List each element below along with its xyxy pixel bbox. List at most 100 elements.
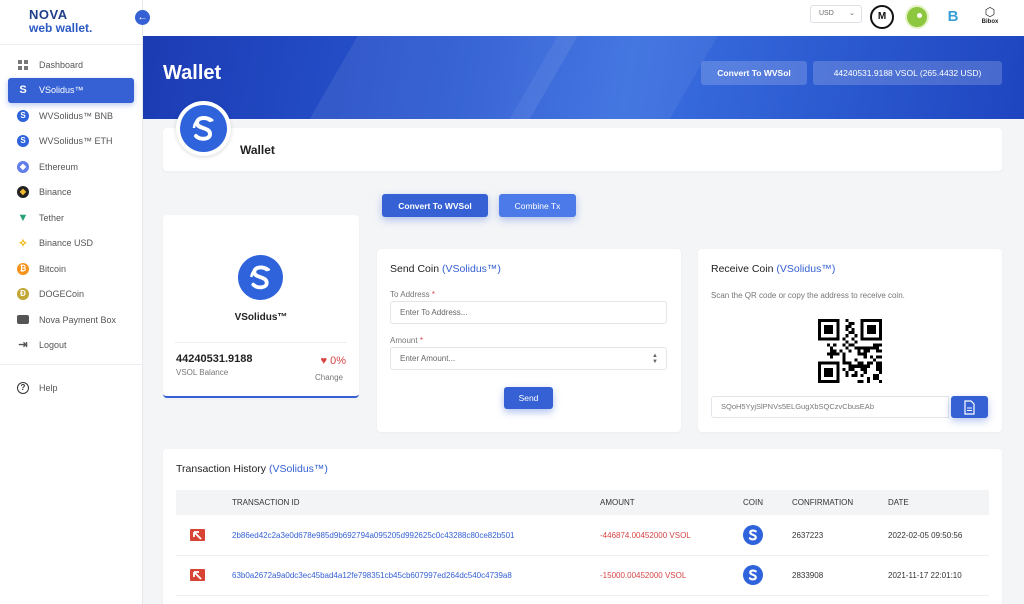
- table-row: 2b86ed42c2a3e0d678e985d9b692794a095205d9…: [176, 516, 989, 556]
- sidebar-item-label: VSolidus™: [39, 85, 84, 96]
- vsolidus-icon: S: [19, 84, 27, 97]
- vsolidus-icon: [743, 565, 763, 585]
- transaction-id-link[interactable]: 2b86ed42c2a3e0d678e985d9b692794a095205d9…: [232, 531, 515, 540]
- sidebar-item-ethereum[interactable]: ◆ Ethereum: [8, 154, 134, 180]
- sidebar-help: ? Help: [8, 375, 134, 401]
- sidebar-item-label: WVSolidus™ BNB: [39, 110, 114, 121]
- send-coin-card: Send Coin (VSolidus™) To Address * Enter…: [377, 249, 681, 432]
- sidebar-item-binance-usd[interactable]: ⟡ Binance USD: [8, 231, 134, 257]
- stepper-icon[interactable]: ▲ ▼: [652, 353, 658, 365]
- sidebar-divider: [0, 364, 143, 365]
- page-title: Wallet: [163, 62, 222, 84]
- banner-balance-button[interactable]: 44240531.9188 VSOL (265.4432 USD): [813, 61, 1002, 85]
- currency-value: USD: [819, 10, 834, 17]
- sidebar-item-label: Dashboard: [39, 59, 84, 70]
- sidebar-item-label: Nova Payment Box: [39, 314, 117, 325]
- page-banner: Wallet Convert To WVSol 44240531.9188 VS…: [143, 36, 1024, 119]
- wallet-header-card: [163, 128, 1002, 171]
- balance-amount: 44240531.9188: [176, 353, 253, 365]
- sidebar-item-nova-payment-box[interactable]: Nova Payment Box: [8, 307, 134, 333]
- sidebar-item-label: Help: [39, 382, 58, 393]
- send-button[interactable]: Send: [504, 387, 553, 409]
- transaction-amount: -446874.00452000 VSOL: [600, 531, 691, 540]
- sidebar-item-label: Binance: [39, 187, 72, 198]
- column-header: TRANSACTION ID: [232, 498, 300, 507]
- send-title: Send Coin (VSolidus™): [390, 263, 501, 275]
- coinmarketcap-icon[interactable]: M: [870, 5, 894, 29]
- column-header: COIN: [743, 498, 763, 507]
- vsolidus-logo: [176, 101, 231, 156]
- sidebar-item-label: Tether: [39, 212, 65, 223]
- sidebar-nav: Dashboard S VSolidus™ S WVSolidus™ BNB S…: [8, 52, 134, 358]
- sidebar-item-vsolidus[interactable]: S VSolidus™: [8, 77, 134, 103]
- sidebar-item-label: Ethereum: [39, 161, 79, 172]
- sidebar-item-tether[interactable]: ▼ Tether: [8, 205, 134, 231]
- wallet-icon: [17, 315, 29, 325]
- transaction-amount: -15000.00452000 VSOL: [600, 571, 687, 580]
- bibox-icon[interactable]: ⬡ Bibox: [976, 5, 1004, 29]
- combine-tx-button[interactable]: Combine Tx: [499, 194, 576, 217]
- to-address-label: To Address *: [390, 290, 435, 299]
- vsolidus-icon: [180, 105, 227, 152]
- tether-icon: ▼: [17, 211, 29, 224]
- currency-select[interactable]: USD ⌄: [810, 5, 862, 23]
- topbar: USD ⌄ M B ⬡ Bibox: [143, 0, 1024, 36]
- binance-icon: ◆: [17, 186, 29, 199]
- qr-code: [818, 319, 882, 383]
- balance-coin-name: VSolidus™: [234, 312, 288, 323]
- exchange-b-icon[interactable]: B: [941, 5, 965, 29]
- logo-line1: NOVA: [29, 7, 68, 22]
- receive-title: Receive Coin (VSolidus™): [711, 263, 836, 275]
- receive-description: Scan the QR code or copy the address to …: [711, 291, 905, 300]
- ethereum-icon: ◆: [17, 160, 29, 173]
- balance-label: VSOL Balance: [176, 368, 229, 377]
- dogecoin-icon: Ð: [17, 288, 29, 301]
- transaction-date: 2022-02-05 09:50:56: [888, 531, 963, 540]
- sidebar-item-wvsolidus-eth[interactable]: S WVSolidus™ ETH: [8, 129, 134, 155]
- nova-logo[interactable]: NOVA web wallet.: [29, 8, 92, 34]
- column-header: AMOUNT: [600, 498, 635, 507]
- balance-change-value: 0%: [330, 355, 346, 367]
- balance-change: ♥ 0%: [321, 355, 347, 367]
- amount-input[interactable]: Enter Amount... ▲ ▼: [390, 347, 667, 370]
- sidebar-item-dogecoin[interactable]: Ð DOGECoin: [8, 282, 134, 308]
- vsolidus-icon: [238, 255, 283, 300]
- amount-label: Amount *: [390, 336, 423, 345]
- coingecko-icon[interactable]: [905, 5, 929, 29]
- sidebar-item-label: Bitcoin: [39, 263, 67, 274]
- collapse-sidebar-button[interactable]: ←: [135, 10, 150, 25]
- dashboard-icon: [17, 58, 29, 71]
- document-icon: [964, 400, 975, 415]
- sidebar-item-wvsolidus-bnb[interactable]: S WVSolidus™ BNB: [8, 103, 134, 129]
- receive-address-field[interactable]: SQoH5YyjSlPNVs5ELGugXbSQCzvCbusEAb: [711, 396, 949, 418]
- transaction-history-card: Transaction History (VSolidus™) TRANSACT…: [163, 449, 1002, 604]
- sidebar-item-help[interactable]: ? Help: [8, 375, 134, 401]
- sidebar-item-bitcoin[interactable]: ₿ Bitcoin: [8, 256, 134, 282]
- sidebar-item-label: Binance USD: [39, 238, 94, 249]
- sidebar-item-dashboard[interactable]: Dashboard: [8, 52, 134, 78]
- heart-down-icon: ♥: [320, 355, 328, 367]
- sidebar-item-label: Logout: [39, 340, 67, 351]
- copy-address-button[interactable]: [951, 396, 988, 418]
- column-header: CONFIRMATION: [792, 498, 854, 507]
- to-address-input[interactable]: Enter To Address...: [390, 301, 667, 324]
- logout-icon: ⇥: [17, 339, 29, 352]
- transaction-id-link[interactable]: 63b0a2672a9a0dc3ec45bad4a12fe798351cb45c…: [232, 571, 512, 580]
- transaction-title: Transaction History (VSolidus™): [176, 463, 328, 475]
- sidebar-item-binance[interactable]: ◆ Binance: [8, 180, 134, 206]
- transaction-confirmation: 2833908: [792, 571, 824, 580]
- transaction-date: 2021-11-17 22:01:10: [888, 571, 962, 580]
- table-row: 63b0a2672a9a0dc3ec45bad4a12fe798351cb45c…: [176, 556, 989, 596]
- transaction-confirmation: 2637223: [792, 531, 824, 540]
- sidebar-item-logout[interactable]: ⇥ Logout: [8, 333, 134, 359]
- table-header: TRANSACTION ID AMOUNT COIN CONFIRMATION …: [176, 490, 989, 515]
- vsolidus-icon: S: [17, 135, 29, 148]
- convert-button[interactable]: Convert To WVSol: [382, 194, 488, 217]
- balance-change-label: Change: [314, 373, 343, 382]
- banner-convert-button[interactable]: Convert To WVSol: [701, 61, 807, 85]
- outgoing-arrow-icon: [190, 569, 205, 581]
- binance-usd-icon: ⟡: [17, 237, 29, 250]
- wallet-name: Wallet: [240, 143, 275, 157]
- help-icon: ?: [17, 381, 29, 394]
- bitcoin-icon: ₿: [17, 262, 29, 275]
